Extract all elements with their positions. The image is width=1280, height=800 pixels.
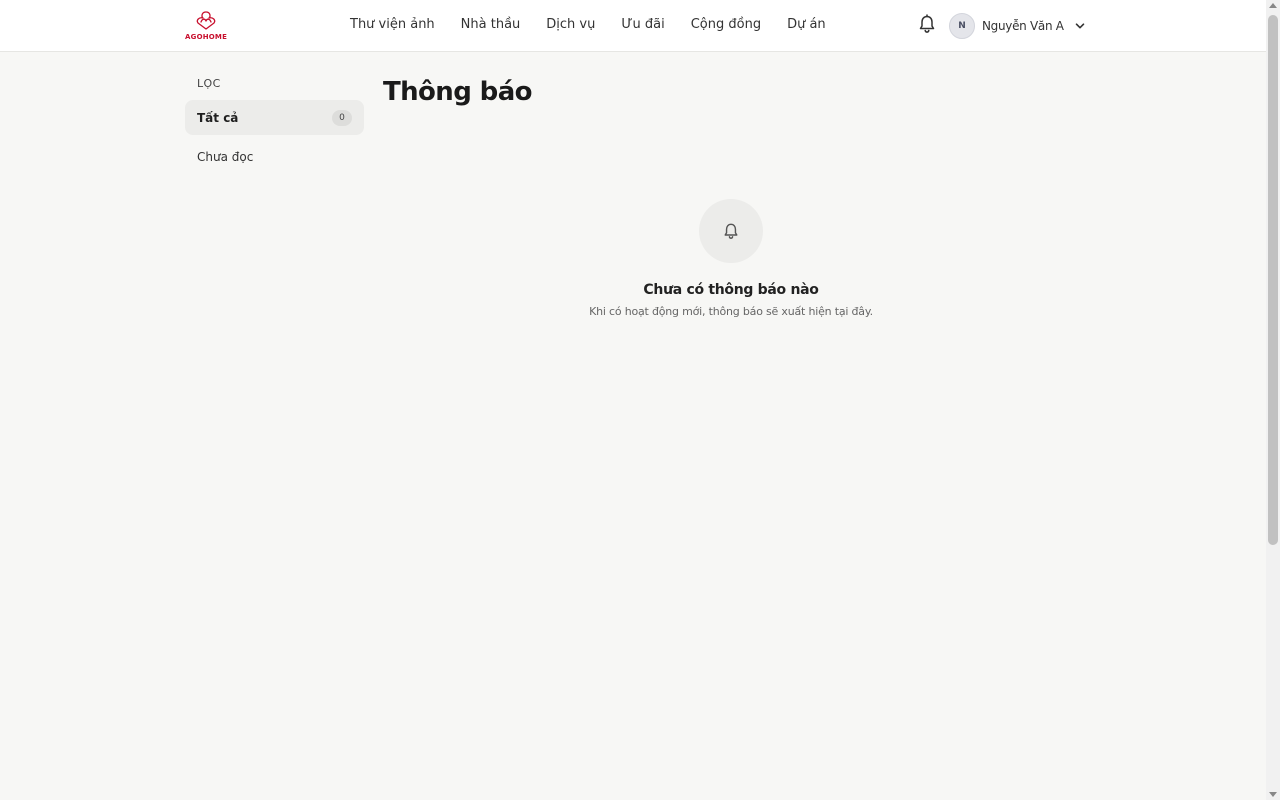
bell-icon <box>724 223 738 239</box>
top-navbar: AGOHOME Thư viện ảnh Nhà thầu Dịch vụ Ưu… <box>0 0 1266 52</box>
nav-item-nha-thau[interactable]: Nhà thầu <box>461 17 521 32</box>
notification-button[interactable] <box>918 14 936 34</box>
avatar: N <box>949 13 975 39</box>
brand-logo[interactable]: AGOHOME <box>185 9 227 43</box>
scroll-down-arrow-icon[interactable] <box>1269 792 1277 797</box>
page-scrollbar[interactable] <box>1266 0 1280 800</box>
nav-item-uu-dai[interactable]: Ưu đãi <box>621 17 664 32</box>
user-menu[interactable]: N Nguyễn Văn A <box>949 13 1086 39</box>
main-nav: Thư viện ảnh Nhà thầu Dịch vụ Ưu đãi Cộn… <box>350 17 826 32</box>
agohome-logo-icon <box>196 11 216 30</box>
filter-all-count-badge: 0 <box>332 109 352 126</box>
nav-item-cong-dong[interactable]: Cộng đồng <box>691 17 761 32</box>
filter-sidebar: LỌC Tất cả 0 Chưa đọc <box>185 70 364 174</box>
nav-item-dich-vu[interactable]: Dịch vụ <box>546 17 595 32</box>
filter-unread[interactable]: Chưa đọc <box>185 139 364 174</box>
empty-state-title: Chưa có thông báo nào <box>643 282 819 298</box>
nav-item-du-an[interactable]: Dự án <box>787 17 826 32</box>
user-name: Nguyễn Văn A <box>982 19 1064 33</box>
nav-item-thu-vien-anh[interactable]: Thư viện ảnh <box>350 17 435 32</box>
empty-state-subtitle: Khi có hoạt động mới, thông báo sẽ xuất … <box>589 305 873 318</box>
filter-unread-label: Chưa đọc <box>197 149 254 164</box>
filter-all-label: Tất cả <box>197 110 239 125</box>
scroll-up-arrow-icon[interactable] <box>1269 3 1277 8</box>
brand-logo-text: AGOHOME <box>185 33 228 41</box>
empty-state: Chưa có thông báo nào Khi có hoạt động m… <box>531 199 931 318</box>
scroll-thumb[interactable] <box>1268 15 1278 545</box>
empty-state-icon-circle <box>699 199 763 263</box>
filter-all[interactable]: Tất cả 0 <box>185 100 364 135</box>
page-title: Thông báo <box>383 77 533 107</box>
bell-icon <box>919 14 935 33</box>
chevron-down-icon <box>1075 23 1085 29</box>
filter-section-title: LỌC <box>197 77 221 90</box>
